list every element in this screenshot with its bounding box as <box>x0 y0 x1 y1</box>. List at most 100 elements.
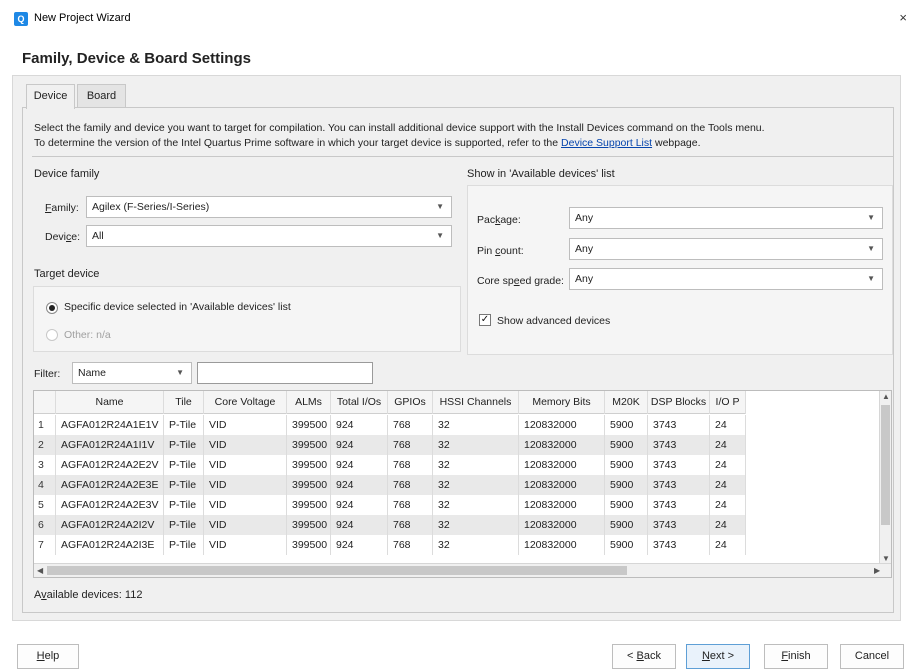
cell-dsp-blocks: 3743 <box>648 535 710 555</box>
cell-dsp-blocks: 3743 <box>648 435 710 455</box>
vertical-scrollbar[interactable]: ▲ ▼ <box>879 391 891 565</box>
family-label: Family: <box>45 202 79 214</box>
horizontal-scrollbar[interactable]: ◀ ▶ <box>34 563 891 577</box>
show-advanced-devices-label: Show advanced devices <box>497 315 611 327</box>
cell-alms: 399500 <box>287 435 331 455</box>
table-row[interactable]: 5 AGFA012R24A2E3V P-Tile VID 399500 924 768 32 1… <box>34 495 746 515</box>
table-row[interactable]: 7 AGFA012R24A2I3E P-Tile VID 399500 924 768 32 1… <box>34 535 746 555</box>
column-header-dsp-blocks[interactable]: DSP Blocks <box>648 391 710 414</box>
target-device-box <box>33 286 461 352</box>
cell-row-number: 3 <box>34 455 56 475</box>
specific-device-radio[interactable] <box>46 302 58 314</box>
cell-m20k: 5900 <box>605 415 648 435</box>
cell-dsp-blocks: 3743 <box>648 415 710 435</box>
cell-gpios: 768 <box>388 455 433 475</box>
column-header-name[interactable]: Name <box>56 391 164 414</box>
pin-count-combobox[interactable]: Any ▼ <box>569 238 883 260</box>
cell-hssi-channels: 32 <box>433 475 519 495</box>
pin-count-combobox-value: Any <box>575 243 594 255</box>
scroll-left-icon[interactable]: ◀ <box>37 566 43 575</box>
filter-field-combobox[interactable]: Name ▼ <box>72 362 192 384</box>
family-combobox[interactable]: Agilex (F-Series/I-Series) ▼ <box>86 196 452 218</box>
chevron-down-icon: ▼ <box>867 244 875 253</box>
column-header-core-voltage[interactable]: Core Voltage <box>204 391 287 414</box>
horizontal-scroll-thumb[interactable] <box>47 566 627 575</box>
back-button[interactable]: < Back <box>612 644 676 669</box>
show-advanced-devices-checkbox[interactable]: ✓ <box>479 314 491 326</box>
cell-m20k: 5900 <box>605 515 648 535</box>
scroll-up-icon[interactable]: ▲ <box>882 392 890 401</box>
cell-name: AGFA012R24A2I3E <box>56 535 164 555</box>
device-family-group-label: Device family <box>34 168 100 180</box>
cell-dsp-blocks: 3743 <box>648 495 710 515</box>
device-combobox[interactable]: All ▼ <box>86 225 452 247</box>
cell-hssi-channels: 32 <box>433 495 519 515</box>
cell-gpios: 768 <box>388 435 433 455</box>
chevron-down-icon: ▼ <box>436 202 444 211</box>
vertical-scroll-thumb[interactable] <box>881 405 890 525</box>
table-row[interactable]: 3 AGFA012R24A2E2V P-Tile VID 399500 924 768 32 1… <box>34 455 746 475</box>
cell-gpios: 768 <box>388 515 433 535</box>
cell-m20k: 5900 <box>605 435 648 455</box>
column-header-memory-bits[interactable]: Memory Bits <box>519 391 605 414</box>
cell-alms: 399500 <box>287 475 331 495</box>
column-header-m20k[interactable]: M20K <box>605 391 648 414</box>
column-header-hssi-channels[interactable]: HSSI Channels <box>433 391 519 414</box>
cell-tile: P-Tile <box>164 435 204 455</box>
column-header-alms[interactable]: ALMs <box>287 391 331 414</box>
cell-core-voltage: VID <box>204 475 287 495</box>
chevron-down-icon: ▼ <box>176 368 184 377</box>
filter-input[interactable] <box>197 362 373 384</box>
cell-io-p: 24 <box>710 455 746 475</box>
show-in-list-group-label: Show in 'Available devices' list <box>467 168 615 180</box>
cell-hssi-channels: 32 <box>433 415 519 435</box>
cell-dsp-blocks: 3743 <box>648 515 710 535</box>
cell-total-ios: 924 <box>331 535 388 555</box>
cell-total-ios: 924 <box>331 455 388 475</box>
tab-board[interactable]: Board <box>77 84 126 108</box>
table-row[interactable]: 2 AGFA012R24A1I1V P-Tile VID 399500 924 768 32 1… <box>34 435 746 455</box>
tab-device[interactable]: Device <box>26 84 75 109</box>
cell-core-voltage: VID <box>204 515 287 535</box>
specific-device-label: Specific device selected in 'Available d… <box>64 301 291 313</box>
cell-hssi-channels: 32 <box>433 535 519 555</box>
cell-memory-bits: 120832000 <box>519 535 605 555</box>
finish-button[interactable]: Finish <box>764 644 828 669</box>
scroll-right-icon[interactable]: ▶ <box>874 566 880 575</box>
description-line-2-suffix: webpage. <box>652 137 701 149</box>
title-bar: Q New Project Wizard × <box>0 0 909 36</box>
scroll-down-icon[interactable]: ▼ <box>882 554 890 563</box>
table-row[interactable]: 6 AGFA012R24A2I2V P-Tile VID 399500 924 768 32 1… <box>34 515 746 535</box>
close-icon[interactable]: × <box>899 10 907 25</box>
device-support-list-link[interactable]: Device Support List <box>561 137 652 149</box>
column-header-total-ios[interactable]: Total I/Os <box>331 391 388 414</box>
table-row[interactable]: 1 AGFA012R24A1E1V P-Tile VID 399500 924 768 32 1… <box>34 415 746 435</box>
cell-core-voltage: VID <box>204 535 287 555</box>
cell-name: AGFA012R24A2E3V <box>56 495 164 515</box>
column-header-row-number[interactable] <box>34 391 56 414</box>
cell-hssi-channels: 32 <box>433 515 519 535</box>
cell-io-p: 24 <box>710 415 746 435</box>
cell-core-voltage: VID <box>204 415 287 435</box>
pin-count-label: Pin count: <box>477 245 524 257</box>
cell-m20k: 5900 <box>605 475 648 495</box>
cancel-button[interactable]: Cancel <box>840 644 904 669</box>
chevron-down-icon: ▼ <box>867 274 875 283</box>
cell-gpios: 768 <box>388 415 433 435</box>
column-header-gpios[interactable]: GPIOs <box>388 391 433 414</box>
core-speed-grade-combobox[interactable]: Any ▼ <box>569 268 883 290</box>
other-device-radio[interactable] <box>46 329 58 341</box>
column-header-tile[interactable]: Tile <box>164 391 204 414</box>
next-button[interactable]: Next > <box>686 644 750 669</box>
cell-total-ios: 924 <box>331 495 388 515</box>
package-combobox[interactable]: Any ▼ <box>569 207 883 229</box>
help-button[interactable]: Help <box>17 644 79 669</box>
cell-m20k: 5900 <box>605 455 648 475</box>
package-label: Package: <box>477 214 521 226</box>
table-row[interactable]: 4 AGFA012R24A2E3E P-Tile VID 399500 924 768 32 1… <box>34 475 746 495</box>
column-header-io-p[interactable]: I/O P <box>710 391 746 414</box>
table-header: Name Tile Core Voltage ALMs Total I/Os GPIOs H… <box>34 391 746 414</box>
page-title: Family, Device & Board Settings <box>22 50 251 67</box>
cell-alms: 399500 <box>287 515 331 535</box>
cell-alms: 399500 <box>287 495 331 515</box>
